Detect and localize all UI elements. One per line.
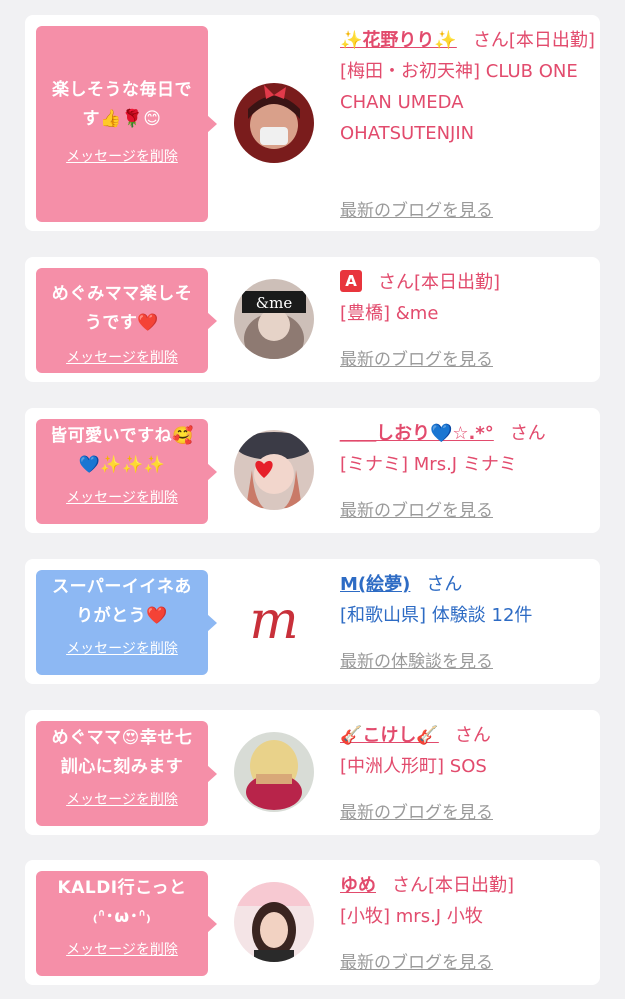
message-text: めぐママ😍幸せ七訓心に刻みます [51,728,193,777]
shop-name: [中洲人形町] SOS [340,756,487,777]
reviewer-logo-text: m [249,592,298,651]
sender-info: ＿＿しおり💙☆.*° さん [ミナミ] Mrs.J ミナミ [340,418,595,480]
reviewer-logo[interactable]: m [244,591,304,652]
delete-message-link[interactable]: メッセージを削除 [44,940,200,960]
message-card: 皆可愛いですね🥰💙✨✨✨ メッセージを削除 ＿＿しおり💙☆.*° さん [ミナミ]… [25,408,600,533]
sender-name-link[interactable]: ゆめ [340,875,376,896]
message-bubble: めぐみママ楽しそうです❤️ メッセージを削除 [36,268,217,373]
sender-name-link[interactable]: 🎸こけし🎸 [340,725,439,746]
avatar[interactable] [234,732,314,812]
sender-name-link[interactable]: ＿＿しおり💙☆.*° [340,423,494,444]
sender-info: A さん[本日出勤] [豊橋] &me [340,267,595,329]
avatar-logo-text: &me [256,294,293,312]
honorific: さん [472,30,509,51]
message-card: 楽しそうな毎日です👍🌹😊 メッセージを削除 ✨花野りり✨ さん[本日出勤] [梅田… [25,15,600,231]
delete-message-link[interactable]: メッセージを削除 [44,790,200,810]
latest-blog-link[interactable]: 最新のブログを見る [340,798,493,823]
avatar[interactable] [234,882,314,962]
shop-name: [豊橋] &me [340,303,439,324]
message-card: スーパーイイネありがとう❤️ メッセージを削除 m M(絵夢) さん [和歌山県]… [25,559,600,684]
sender-info: 🎸こけし🎸 さん [中洲人形町] SOS [340,720,595,782]
sender-info: ✨花野りり✨ さん[本日出勤] [梅田・お初天神] CLUB ONE CHAN U… [340,25,595,149]
honorific: さん [392,875,428,896]
delete-message-link[interactable]: メッセージを削除 [44,639,200,659]
avatar[interactable] [234,83,314,163]
avatar[interactable]: &me [234,279,314,359]
status-badge: [本日出勤] [414,272,501,293]
message-bubble: 皆可愛いですね🥰💙✨✨✨ メッセージを削除 [36,419,217,524]
avatar[interactable] [234,430,314,510]
delete-message-link[interactable]: メッセージを削除 [44,348,200,368]
latest-blog-link[interactable]: 最新のブログを見る [340,345,493,370]
latest-blog-link[interactable]: 最新のブログを見る [340,496,493,521]
message-bubble: KALDI行こっと ₍ᐢ･ω･ᐢ₎ メッセージを削除 [36,871,217,976]
shop-name: [小牧] mrs.J 小牧 [340,906,483,927]
delete-message-link[interactable]: メッセージを削除 [44,147,200,167]
sender-name-link[interactable]: A [340,270,362,293]
latest-review-link[interactable]: 最新の体験談を見る [340,647,493,672]
message-bubble: スーパーイイネありがとう❤️ メッセージを削除 [36,570,217,675]
latest-blog-link[interactable]: 最新のブログを見る [340,196,493,221]
sender-name-link[interactable]: M(絵夢) [340,574,410,595]
message-card: めぐママ😍幸せ七訓心に刻みます メッセージを削除 🎸こけし🎸 さん [中洲人形町]… [25,710,600,835]
shop-name: [和歌山県] 体験談 12件 [340,605,533,626]
letter-a-icon: A [340,270,362,292]
honorific: さん [426,574,463,595]
sender-info: ゆめ さん[本日出勤] [小牧] mrs.J 小牧 [340,870,595,932]
status-badge: [本日出勤] [428,875,515,896]
sender-name-link[interactable]: ✨花野りり✨ [340,30,457,51]
honorific: さん [454,725,491,746]
message-text: 楽しそうな毎日です👍🌹😊 [52,80,192,129]
message-text: 皆可愛いですね🥰💙✨✨✨ [50,426,194,475]
latest-blog-link[interactable]: 最新のブログを見る [340,948,493,973]
honorific: さん [378,272,414,293]
status-badge: [本日出勤] [508,30,595,51]
message-text: スーパーイイネありがとう❤️ [52,577,192,626]
shop-name: [梅田・お初天神] CLUB ONE CHAN UMEDA OHATSUTENJ… [340,61,578,144]
message-text: めぐみママ楽しそうです❤️ [51,284,193,333]
message-bubble: めぐママ😍幸せ七訓心に刻みます メッセージを削除 [36,721,217,826]
message-card: めぐみママ楽しそうです❤️ メッセージを削除 &me A さん[本日出勤] [豊橋… [25,257,600,382]
message-bubble: 楽しそうな毎日です👍🌹😊 メッセージを削除 [36,26,217,222]
message-card: KALDI行こっと ₍ᐢ･ω･ᐢ₎ メッセージを削除 ゆめ さん[本日出勤] [小… [25,860,600,985]
sender-info: M(絵夢) さん [和歌山県] 体験談 12件 [340,569,595,631]
honorific: さん [509,423,546,444]
message-text: KALDI行こっと ₍ᐢ･ω･ᐢ₎ [57,878,187,927]
delete-message-link[interactable]: メッセージを削除 [44,488,200,508]
shop-name: [ミナミ] Mrs.J ミナミ [340,454,517,475]
